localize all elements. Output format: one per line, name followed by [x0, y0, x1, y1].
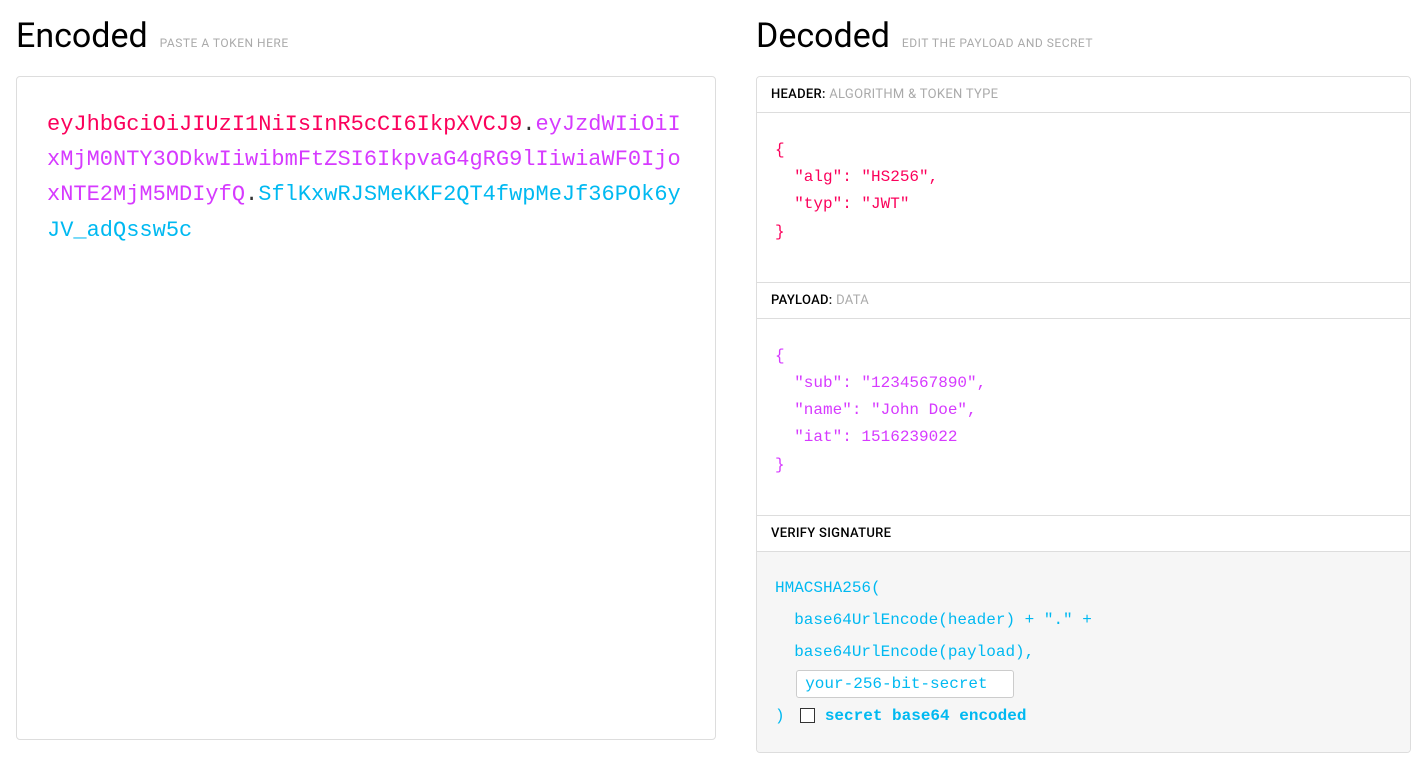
verify-close-paren: ) — [775, 707, 794, 725]
secret-input[interactable] — [796, 670, 1014, 698]
encoded-header: Encoded PASTE A TOKEN HERE — [16, 16, 716, 56]
payload-section: PAYLOAD: DATA { "sub": "1234567890", "na… — [757, 283, 1410, 516]
header-label: HEADER: — [771, 87, 826, 102]
verify-section-bar: VERIFY SIGNATURE — [757, 516, 1410, 551]
verify-line-2: base64UrlEncode(header) + "." + — [775, 604, 1392, 636]
header-sublabel: ALGORITHM & TOKEN TYPE — [829, 87, 998, 102]
encoded-token-input[interactable]: eyJhbGciOiJIUzI1NiIsInR5cCI6IkpXVCJ9.eyJ… — [16, 76, 716, 740]
header-section: HEADER: ALGORITHM & TOKEN TYPE { "alg": … — [757, 77, 1410, 283]
decoded-header: Decoded EDIT THE PAYLOAD AND SECRET — [756, 16, 1411, 56]
payload-section-bar: PAYLOAD: DATA — [757, 283, 1410, 318]
token-header-part: eyJhbGciOiJIUzI1NiIsInR5cCI6IkpXVCJ9 — [47, 112, 522, 137]
verify-line-3: base64UrlEncode(payload), — [775, 636, 1392, 668]
token-dot-2: . — [245, 182, 258, 207]
verify-label: VERIFY SIGNATURE — [771, 526, 891, 541]
verify-section: VERIFY SIGNATURE HMACSHA256( base64UrlEn… — [757, 516, 1410, 752]
decoded-subtitle: EDIT THE PAYLOAD AND SECRET — [902, 36, 1093, 50]
payload-sublabel: DATA — [836, 293, 869, 308]
token-dot-1: . — [522, 112, 535, 137]
payload-label: PAYLOAD: — [771, 293, 833, 308]
verify-content: HMACSHA256( base64UrlEncode(header) + ".… — [757, 551, 1410, 752]
base64-checkbox[interactable] — [800, 708, 815, 723]
header-section-bar: HEADER: ALGORITHM & TOKEN TYPE — [757, 77, 1410, 112]
base64-checkbox-label: secret base64 encoded — [825, 707, 1027, 725]
payload-json-editor[interactable]: { "sub": "1234567890", "name": "John Doe… — [757, 318, 1410, 515]
decoded-panel: HEADER: ALGORITHM & TOKEN TYPE { "alg": … — [756, 76, 1411, 753]
encoded-title: Encoded — [16, 16, 148, 56]
header-json-editor[interactable]: { "alg": "HS256", "typ": "JWT" } — [757, 112, 1410, 282]
decoded-title: Decoded — [756, 16, 890, 56]
verify-line-1: HMACSHA256( — [775, 572, 1392, 604]
encoded-subtitle: PASTE A TOKEN HERE — [160, 36, 289, 50]
